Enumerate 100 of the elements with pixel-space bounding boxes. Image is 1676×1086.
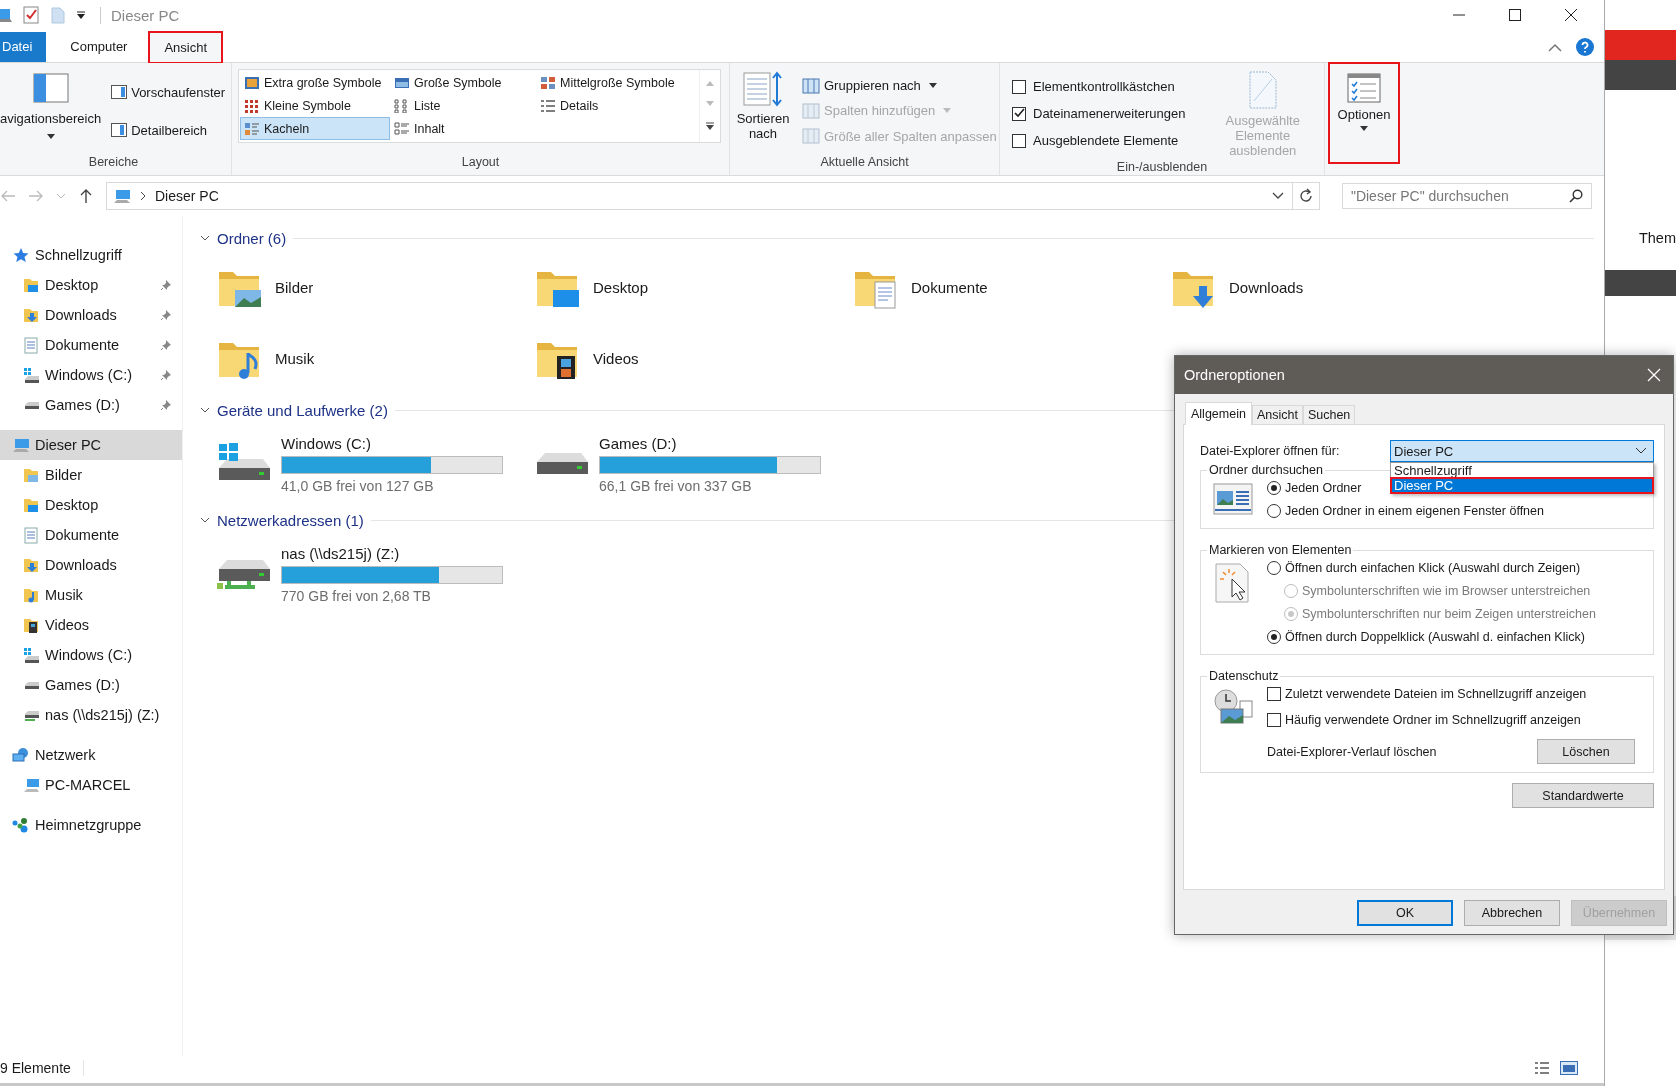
more-icon[interactable] (705, 122, 715, 131)
collapse-ribbon-icon[interactable] (1547, 43, 1562, 53)
navigation-pane-button[interactable]: avigationsbereich (0, 69, 102, 153)
checkbox[interactable] (1267, 687, 1281, 701)
nav-item[interactable]: Bilder (0, 460, 182, 490)
radio-button[interactable] (1267, 504, 1281, 518)
layout-option[interactable]: Details (536, 94, 696, 117)
radio-button[interactable] (1267, 481, 1281, 495)
layout-option[interactable]: Kacheln (240, 117, 390, 140)
nav-item[interactable]: Games (D:) (0, 390, 182, 420)
sort-button[interactable]: Sortieren nach (734, 69, 792, 153)
properties-icon[interactable] (22, 6, 40, 24)
network-icon (12, 746, 30, 764)
nav-item[interactable]: Musik (0, 580, 182, 610)
folder-name[interactable]: Musik (275, 350, 315, 367)
chevron-icon[interactable] (200, 515, 210, 525)
medium-icons-view-icon (540, 75, 556, 90)
nav-item[interactable]: nas (\\ds215j) (Z:) (0, 700, 182, 730)
folder-name[interactable]: Dokumente (911, 279, 988, 296)
nav-item[interactable]: Desktop (0, 270, 182, 300)
pane-icon (32, 73, 69, 103)
address-bar[interactable]: Dieser PC (106, 182, 1320, 210)
checkbox[interactable] (1267, 713, 1281, 727)
radio-label: Öffnen durch Doppelklick (Auswahl d. einfachen Klick) (1285, 630, 1585, 644)
pane-toggle-button[interactable]: Vorschaufenster (111, 84, 226, 100)
layout-option[interactable]: Mittelgroße Symbole (536, 71, 696, 94)
clear-button[interactable]: Löschen (1537, 739, 1635, 764)
dialog-tab[interactable]: Ansicht (1251, 405, 1303, 424)
folder-name[interactable]: Desktop (593, 279, 649, 296)
maximize-button[interactable] (1507, 8, 1522, 22)
radio-button[interactable] (1267, 630, 1281, 644)
nav-item[interactable]: Downloads (0, 300, 182, 330)
chevron-icon[interactable] (200, 405, 210, 415)
nav-item[interactable]: Schnellzugriff (0, 240, 182, 270)
group-heading[interactable]: Geräte und Laufwerke (2) (217, 401, 388, 419)
dropdown-option[interactable]: Schnellzugriff (1391, 463, 1653, 478)
ribbon-tab[interactable]: Ansicht (149, 32, 223, 63)
pane-icon (111, 123, 128, 137)
dialog-button[interactable]: OK (1357, 900, 1453, 926)
ribbon-tab[interactable]: Datei (0, 32, 47, 62)
folder-name[interactable]: Videos (593, 350, 639, 367)
folder-name[interactable]: Bilder (275, 279, 314, 296)
options-button[interactable]: Optionen (1329, 63, 1399, 163)
dropdown-icon[interactable] (1271, 192, 1284, 200)
drive-name[interactable]: Windows (C:) (281, 434, 503, 452)
nav-item[interactable]: Videos (0, 610, 182, 640)
nav-item[interactable]: Games (D:) (0, 670, 182, 700)
radio-button[interactable] (1267, 561, 1281, 575)
nav-item[interactable]: Windows (C:) (0, 360, 182, 390)
group-title: Markieren von Elementen (1208, 543, 1353, 557)
checkbox[interactable] (1012, 133, 1026, 148)
nav-item[interactable]: Windows (C:) (0, 640, 182, 670)
nav-item[interactable]: PC-MARCEL (0, 770, 182, 800)
dialog-button[interactable]: Abbrechen (1464, 900, 1560, 926)
dialog-tab[interactable]: Suchen (1302, 405, 1356, 424)
nav-item[interactable]: Dokumente (0, 520, 182, 550)
search-field[interactable]: "Dieser PC" durchsuchen (1341, 183, 1592, 209)
nav-item[interactable]: Dieser PC (0, 430, 182, 460)
group-title: Datenschutz (1208, 669, 1280, 683)
nav-item[interactable]: Desktop (0, 490, 182, 520)
group-heading[interactable]: Netzwerkadressen (1) (217, 511, 364, 529)
menu-item[interactable]: Them (1638, 230, 1676, 246)
layout-option[interactable]: Kleine Symbole (240, 94, 390, 117)
help-icon[interactable] (1575, 38, 1594, 56)
nav-item[interactable]: Downloads (0, 550, 182, 580)
dropdown-field[interactable]: Dieser PC (1390, 440, 1654, 462)
customize-caret-icon[interactable] (76, 10, 86, 20)
download-folder-icon (22, 306, 40, 324)
columns-icon (802, 77, 820, 94)
folder-name[interactable]: Downloads (1229, 279, 1304, 296)
layout-option[interactable]: Große Symbole (390, 71, 536, 94)
checkbox[interactable] (1012, 106, 1026, 121)
layout-option[interactable]: Liste (390, 94, 536, 117)
view-command[interactable]: Gruppieren nach (802, 77, 997, 94)
group-heading[interactable]: Ordner (6) (217, 229, 287, 247)
nav-item[interactable]: Dokumente (0, 330, 182, 360)
restore-defaults-button[interactable]: Standardwerte (1512, 783, 1654, 808)
nav-item[interactable]: Heimnetzgruppe (0, 810, 182, 840)
details-view-icon[interactable] (1533, 1060, 1550, 1075)
large-icons-view-icon[interactable] (1559, 1060, 1578, 1075)
drive-name[interactable]: Games (D:) (599, 434, 821, 452)
computer-icon (113, 187, 131, 205)
nav-item[interactable]: Netzwerk (0, 740, 182, 770)
drive-name[interactable]: nas (\\ds215j) (Z:) (281, 544, 503, 562)
toolbar-bar (1604, 270, 1676, 296)
layout-option[interactable]: Inhalt (390, 117, 536, 140)
radio-label: Jeden Ordner (1285, 481, 1362, 495)
close-icon[interactable] (1563, 8, 1578, 22)
radio-label: Öffnen durch einfachen Klick (Auswahl durch Zeigen) (1285, 561, 1581, 575)
chevron-icon (139, 191, 147, 201)
caret-icon (928, 83, 937, 89)
ribbon-tab[interactable]: Computer (56, 32, 142, 62)
pane-toggle-button[interactable]: Detailbereich (111, 122, 226, 138)
layout-option[interactable]: Extra große Symbole (240, 71, 390, 94)
checkbox[interactable] (1012, 79, 1026, 94)
chevron-icon[interactable] (200, 233, 210, 243)
dropdown-option[interactable]: Dieser PC (1391, 478, 1653, 493)
dialog-tab[interactable]: Allgemein (1185, 402, 1252, 425)
up-icon[interactable] (78, 188, 94, 204)
search-icon[interactable] (1568, 189, 1583, 203)
